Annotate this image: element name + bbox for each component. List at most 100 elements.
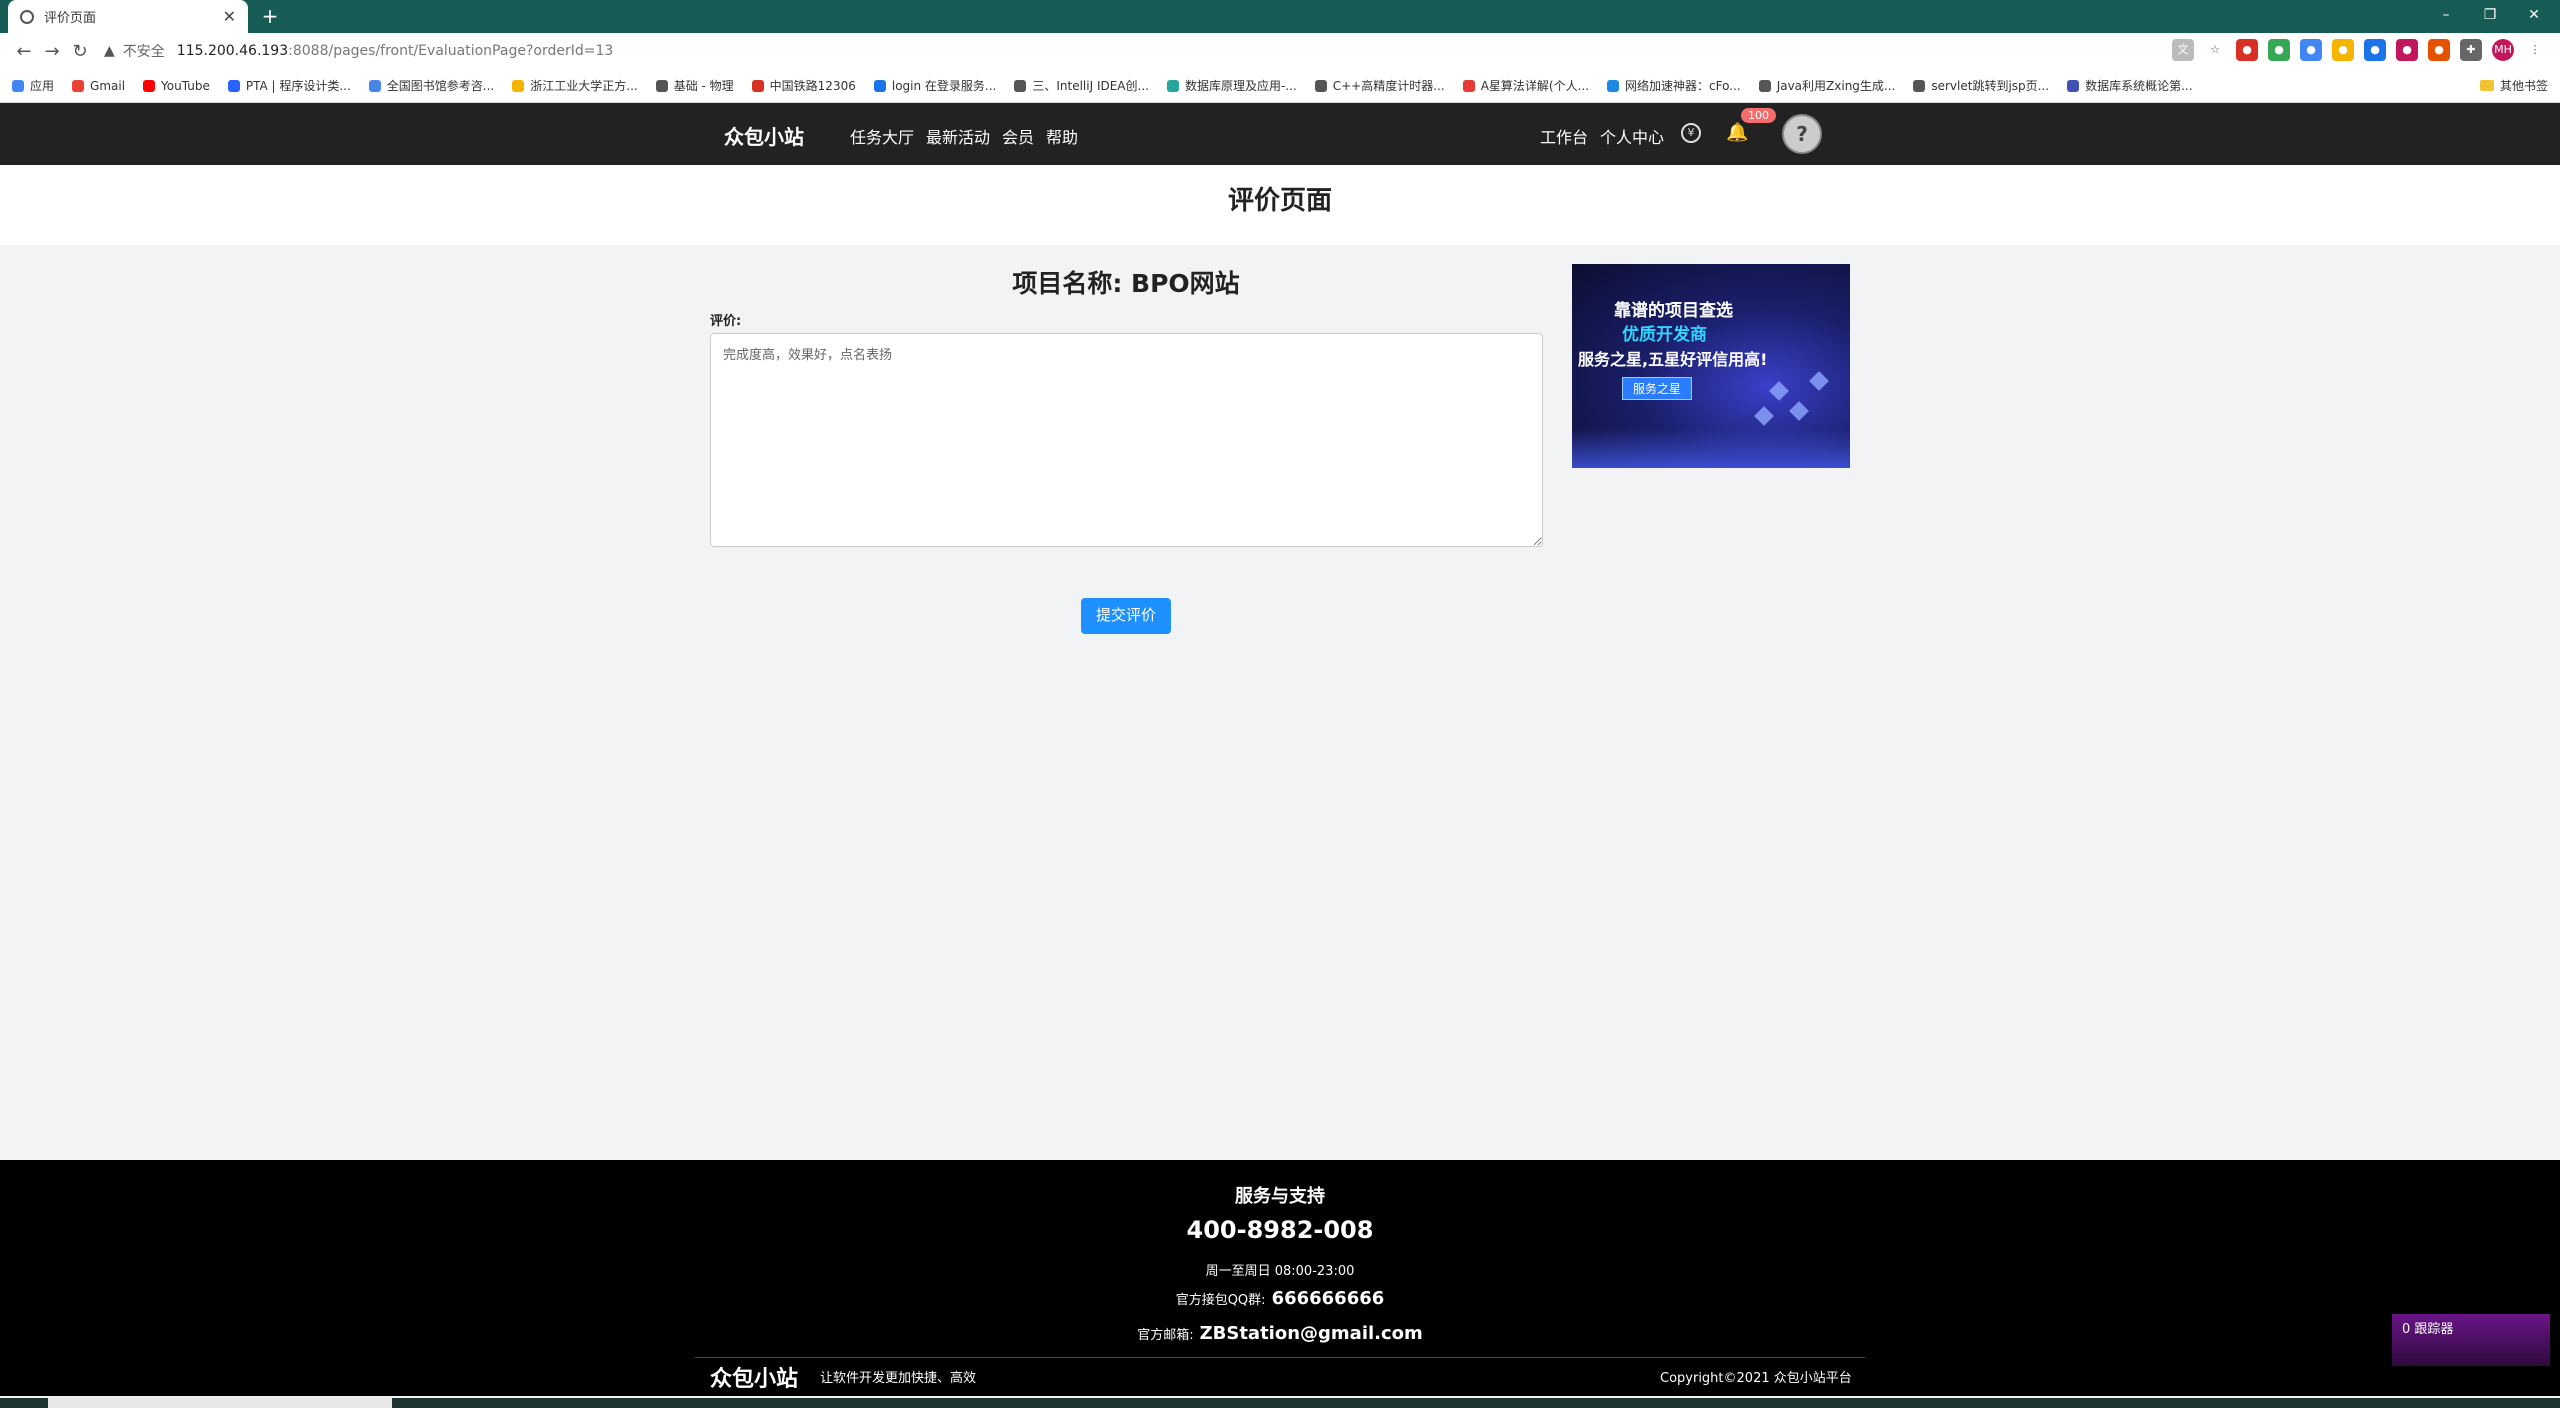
address-bar[interactable]: ▲ 不安全 115.200.46.193:8088/pages/front/Ev…: [104, 37, 613, 65]
other-bookmarks[interactable]: 其他书签: [2479, 77, 2548, 94]
bookmark-label: YouTube: [161, 78, 210, 93]
promo-banner[interactable]: 靠谱的项目查选 优质开发商 服务之星,五星好评信用高! 服务之星: [1572, 264, 1850, 468]
bookmark-item[interactable]: servlet跳转到jsp页...: [1913, 77, 2049, 94]
footer-qq: 官方接包QQ群: 666666666: [0, 1288, 2560, 1309]
bookmark-item[interactable]: login 在登录服务...: [873, 77, 996, 94]
footer-copyright: Copyright©2021 众包小站平台: [1660, 1371, 1852, 1386]
profile-avatar[interactable]: MH: [2492, 39, 2514, 61]
bookmark-item[interactable]: 数据库系统概论第...: [2067, 77, 2193, 94]
menu-item-task-hall[interactable]: 任务大厅: [850, 124, 914, 148]
warning-icon: ▲: [104, 43, 115, 59]
close-tab-icon[interactable]: ✕: [223, 7, 236, 26]
bookmark-icon: [1014, 79, 1027, 92]
notification-badge: 100: [1741, 108, 1776, 123]
extensions-area: 文 ☆ ● ● ● ● ● ● ● ✚ MH ⋮: [2172, 39, 2546, 61]
extension-icon[interactable]: ●: [2332, 39, 2354, 61]
bookmark-label: 中国铁路12306: [769, 79, 856, 93]
new-tab-button[interactable]: +: [258, 4, 282, 28]
bell-icon[interactable]: 🔔: [1726, 122, 1748, 143]
menu-item-membership[interactable]: 会员: [1002, 124, 1034, 148]
promo-line-1: 靠谱的项目查选: [1614, 301, 1733, 321]
bookmarks-bar: 应用 Gmail YouTube PTA | 程序设计类... 全国图书馆参考咨... 浙…: [0, 69, 2560, 103]
footer-qq-value: 666666666: [1271, 1288, 1385, 1309]
footer-hours: 周一至周日 08:00-23:00: [1205, 1264, 1355, 1279]
menu-icon[interactable]: ⋮: [2524, 39, 2546, 61]
bookmark-label: Gmail: [90, 78, 126, 93]
menu-item-help[interactable]: 帮助: [1046, 124, 1078, 148]
workbench-link[interactable]: 工作台: [1540, 124, 1588, 148]
extension-icon[interactable]: ●: [2428, 39, 2450, 61]
footer-mail-label: 官方邮箱:: [1137, 1328, 1194, 1343]
avatar[interactable]: ?: [1782, 114, 1822, 154]
decorative-cube: [1809, 371, 1829, 391]
bookmark-label: 应用: [30, 79, 55, 93]
promo-glow: [1572, 428, 1850, 468]
close-window-button[interactable]: ✕: [2512, 0, 2556, 30]
bookmark-item[interactable]: 中国铁路12306: [751, 77, 856, 94]
browser-tab[interactable]: 评价页面 ✕: [8, 0, 248, 33]
bookmark-item[interactable]: Java利用Zxing生成...: [1758, 77, 1895, 94]
bookmark-icon: [655, 79, 668, 92]
url-path: :8088/pages/front/EvaluationPage?orderId…: [288, 43, 614, 59]
extension-icon[interactable]: ●: [2236, 39, 2258, 61]
extension-icon[interactable]: ●: [2364, 39, 2386, 61]
forward-icon[interactable]: →: [38, 41, 66, 62]
user-menu: 工作台 个人中心: [1540, 124, 1664, 148]
reload-icon[interactable]: ↻: [66, 41, 94, 62]
evaluation-textarea[interactable]: 完成度高，效果好，点名表扬: [710, 333, 1543, 547]
browser-tab-strip: 评价页面 ✕ + – ❐ ✕: [0, 0, 2560, 33]
bookmark-item[interactable]: A星算法详解(个人...: [1462, 77, 1589, 94]
site-brand[interactable]: 众包小站: [724, 121, 804, 150]
tab-title: 评价页面: [44, 11, 97, 26]
minimize-button[interactable]: –: [2424, 0, 2468, 30]
bookmark-icon: [512, 79, 525, 92]
footer: 服务与支持 400-8982-008 周一至周日 08:00-23:00 官方接…: [0, 1160, 2560, 1396]
footer-brand: 众包小站: [710, 1367, 799, 1392]
menu-item-latest-activity[interactable]: 最新活动: [926, 124, 990, 148]
footer-title: 服务与支持: [1235, 1186, 1325, 1207]
bookmark-icon: [72, 79, 85, 92]
tracker-widget[interactable]: 0 跟踪器: [2392, 1314, 2550, 1366]
insecure-label: 不安全: [122, 44, 165, 60]
extension-icon[interactable]: ●: [2300, 39, 2322, 61]
page-title: 评价页面: [1227, 186, 1332, 216]
bookmark-item[interactable]: 浙江工业大学正方...: [512, 77, 638, 94]
bookmark-item[interactable]: 基础 - 物理: [655, 77, 734, 94]
promo-button[interactable]: 服务之星: [1622, 377, 1693, 400]
bookmark-icon: [1758, 79, 1771, 92]
restore-button[interactable]: ❐: [2468, 0, 2512, 30]
promo-line-2: 优质开发商: [1622, 325, 1707, 345]
taskbar-item[interactable]: [48, 1398, 392, 1408]
project-title: 项目名称: BPO网站: [1012, 269, 1240, 298]
bookmark-item[interactable]: C++高精度计时器...: [1314, 77, 1445, 94]
bookmark-icon: [1607, 79, 1620, 92]
site-navbar: 众包小站 任务大厅 最新活动 会员 帮助 工作台 个人中心 ¥ 🔔 100 ?: [0, 103, 2560, 165]
puzzle-icon[interactable]: ✚: [2460, 39, 2482, 61]
bookmark-item[interactable]: 应用: [12, 77, 54, 94]
evaluation-label: 评价:: [710, 314, 742, 329]
personal-center-link[interactable]: 个人中心: [1600, 124, 1664, 148]
bookmark-item[interactable]: 全国图书馆参考咨...: [368, 77, 495, 94]
bookmark-icon: [368, 79, 381, 92]
bookmark-item[interactable]: PTA | 程序设计类...: [227, 77, 351, 94]
bookmark-item[interactable]: 三、IntelliJ IDEA创...: [1014, 77, 1149, 94]
browser-toolbar: ← → ↻ ▲ 不安全 115.200.46.193:8088/pages/fr…: [0, 33, 2560, 69]
bookmark-label: 全国图书馆参考咨...: [386, 79, 495, 93]
extension-icon[interactable]: ●: [2268, 39, 2290, 61]
bookmark-label: 网络加速神器：cFo...: [1625, 79, 1741, 93]
back-icon[interactable]: ←: [10, 41, 38, 62]
translate-icon[interactable]: 文: [2172, 39, 2194, 61]
footer-mail-value[interactable]: ZBStation@gmail.com: [1200, 1323, 1423, 1344]
bookmark-item[interactable]: 数据库原理及应用-...: [1166, 77, 1297, 94]
url-host: 115.200.46.193: [176, 43, 289, 59]
bookmark-item[interactable]: 网络加速神器：cFo...: [1607, 77, 1741, 94]
bookmark-item[interactable]: YouTube: [143, 79, 210, 93]
bookmark-item[interactable]: Gmail: [72, 79, 125, 93]
star-icon[interactable]: ☆: [2204, 39, 2226, 61]
yen-icon[interactable]: ¥: [1681, 123, 1701, 143]
extension-icon[interactable]: ●: [2396, 39, 2418, 61]
other-bookmarks-label: 其他书签: [2499, 79, 2548, 93]
footer-divider: [695, 1357, 1865, 1358]
submit-evaluation-button[interactable]: 提交评价: [1081, 598, 1171, 634]
footer-slogan: 让软件开发更加快捷、高效: [820, 1371, 977, 1386]
